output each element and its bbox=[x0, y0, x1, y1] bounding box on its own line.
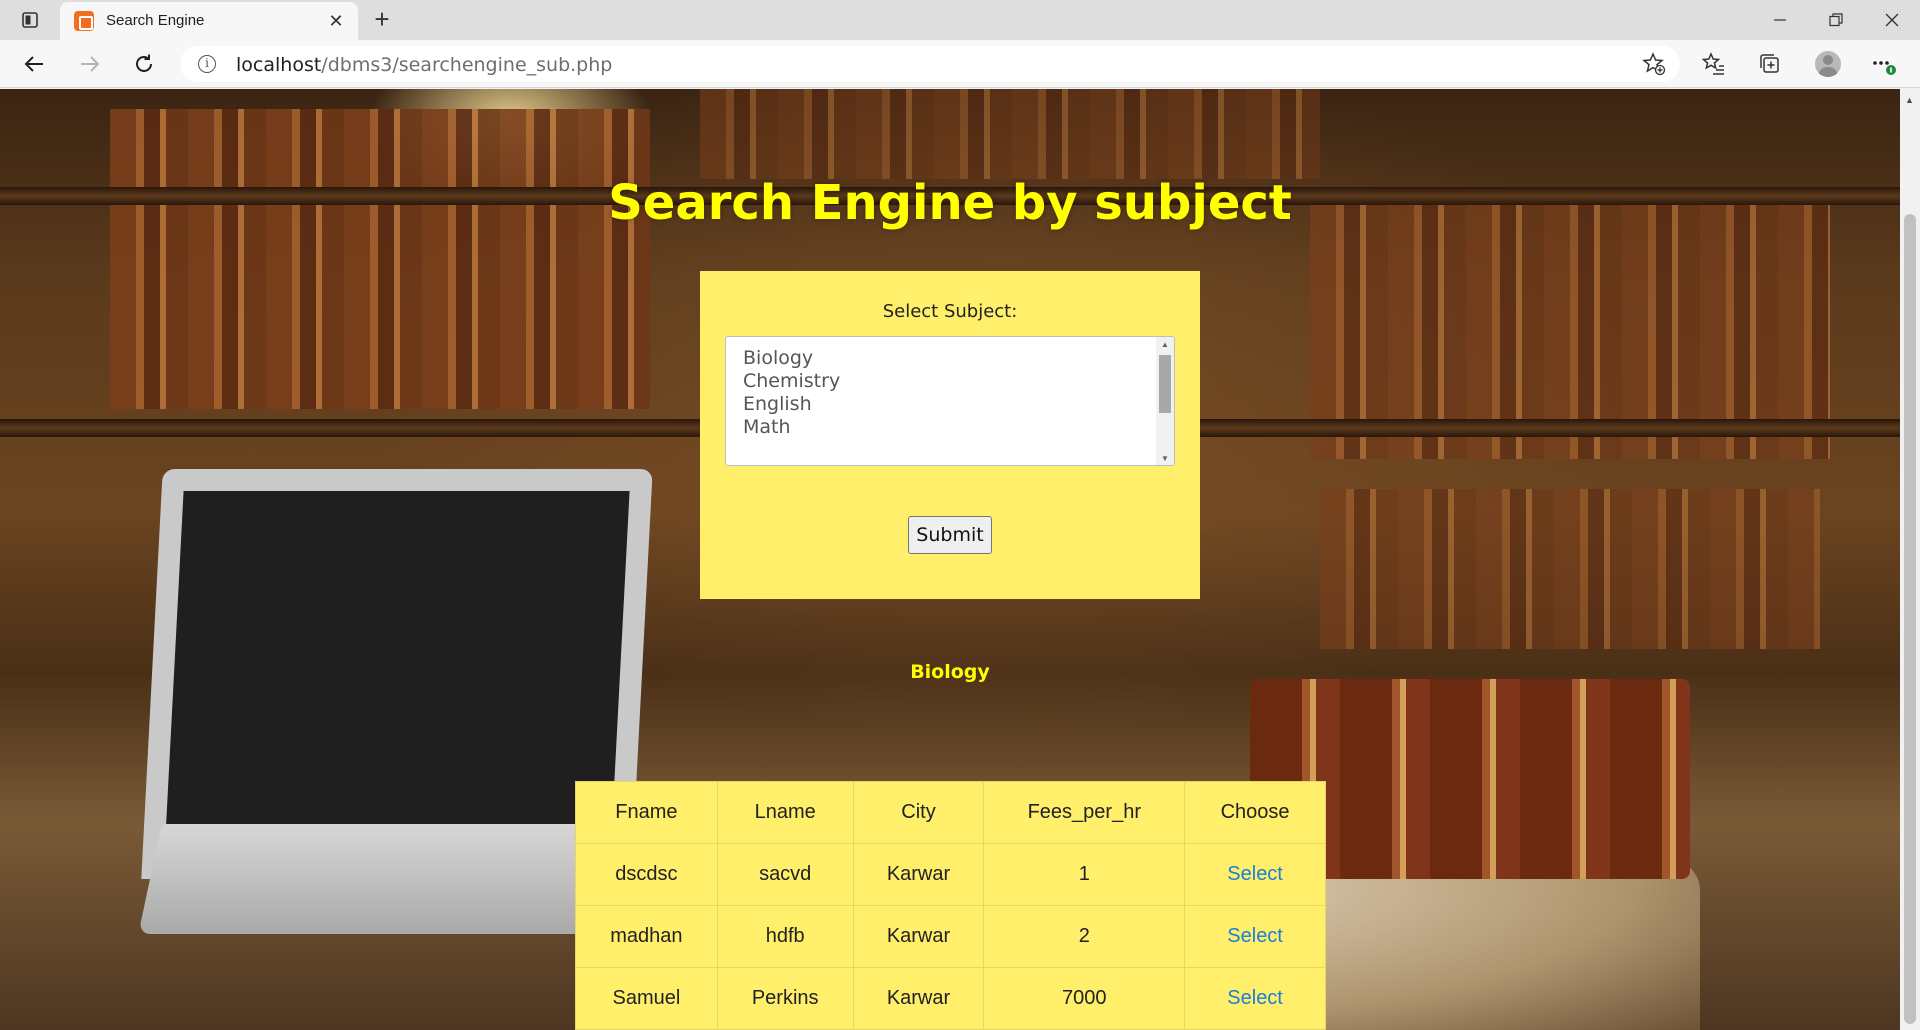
close-window-icon[interactable] bbox=[1864, 0, 1920, 40]
cell-lname: Perkins bbox=[716, 967, 854, 1030]
listbox-scrollbar[interactable]: ▲ ▼ bbox=[1156, 337, 1174, 465]
cell-lname: hdfb bbox=[716, 905, 854, 968]
back-arrow-icon[interactable] bbox=[16, 48, 52, 80]
column-header-fname: Fname bbox=[575, 781, 718, 844]
refresh-icon[interactable] bbox=[126, 48, 162, 80]
scroll-thumb[interactable] bbox=[1159, 355, 1171, 413]
address-bar[interactable]: i localhost/dbms3/searchengine_sub.php bbox=[180, 46, 1680, 82]
page-scroll-thumb[interactable] bbox=[1904, 214, 1916, 1024]
page-title: Search Engine by subject bbox=[608, 175, 1292, 231]
tab-title: Search Engine bbox=[106, 12, 205, 29]
table-row: Samuel Perkins Karwar 7000 Select bbox=[575, 967, 1326, 1030]
tab-actions-icon[interactable] bbox=[14, 8, 46, 32]
forward-arrow-icon[interactable] bbox=[72, 48, 108, 80]
result-subject-heading: Biology bbox=[910, 661, 990, 683]
cell-lname: sacvd bbox=[716, 843, 854, 906]
column-header-city: City bbox=[852, 781, 985, 844]
profile-avatar[interactable] bbox=[1814, 50, 1842, 78]
select-link[interactable]: Select bbox=[1227, 987, 1283, 1009]
cell-city: Karwar bbox=[852, 967, 985, 1030]
tab-bar: Search Engine ✕ + bbox=[0, 0, 1920, 40]
cell-fname: Samuel bbox=[575, 967, 718, 1030]
browser-toolbar: i localhost/dbms3/searchengine_sub.php bbox=[0, 40, 1920, 88]
subject-option[interactable]: Math bbox=[743, 416, 791, 438]
scroll-down-icon[interactable]: ▼ bbox=[1160, 454, 1170, 464]
cell-choose: Select bbox=[1184, 905, 1326, 968]
tutor-results-table: Fname Lname City Fees_per_hr Choose dscd… bbox=[575, 781, 1326, 1030]
background-bookshelf bbox=[1320, 489, 1820, 649]
column-header-choose: Choose bbox=[1184, 781, 1326, 844]
favorite-star-icon[interactable] bbox=[1642, 52, 1666, 76]
cell-city: Karwar bbox=[852, 843, 985, 906]
restore-icon[interactable] bbox=[1808, 0, 1864, 40]
table-row: dscdsc sacvd Karwar 1 Select bbox=[575, 843, 1326, 906]
background-bookshelf bbox=[700, 89, 1320, 179]
select-link[interactable]: Select bbox=[1227, 925, 1283, 947]
subject-option[interactable]: English bbox=[743, 393, 812, 415]
scroll-up-icon[interactable]: ▲ bbox=[1905, 95, 1914, 105]
cell-fname: dscdsc bbox=[575, 843, 718, 906]
url-text[interactable]: localhost/dbms3/searchengine_sub.php bbox=[236, 54, 612, 76]
page-scrollbar[interactable]: ▲ bbox=[1900, 89, 1920, 1030]
select-subject-label: Select Subject: bbox=[882, 301, 1018, 322]
minimize-icon[interactable] bbox=[1752, 0, 1808, 40]
avatar bbox=[1815, 51, 1841, 77]
column-header-fees: Fees_per_hr bbox=[983, 781, 1186, 844]
browser-tab[interactable]: Search Engine ✕ bbox=[60, 2, 358, 40]
select-link[interactable]: Select bbox=[1227, 863, 1283, 885]
table-header-row: Fname Lname City Fees_per_hr Choose bbox=[575, 781, 1326, 844]
subject-option[interactable]: Chemistry bbox=[743, 370, 840, 392]
table-row: madhan hdfb Karwar 2 Select bbox=[575, 905, 1326, 968]
subject-listbox[interactable]: Biology Chemistry English Math ▲ ▼ bbox=[725, 336, 1175, 466]
cell-city: Karwar bbox=[852, 905, 985, 968]
cell-fees: 1 bbox=[983, 843, 1186, 906]
cell-choose: Select bbox=[1184, 843, 1326, 906]
url-path: /dbms3/searchengine_sub.php bbox=[321, 54, 613, 76]
scroll-up-icon[interactable]: ▲ bbox=[1160, 340, 1170, 350]
submit-button[interactable]: Submit bbox=[908, 516, 992, 554]
xampp-favicon-icon bbox=[74, 11, 94, 31]
info-icon[interactable]: i bbox=[198, 55, 216, 73]
subject-option[interactable]: Biology bbox=[743, 347, 813, 369]
subject-form: Select Subject: Biology Chemistry Englis… bbox=[700, 271, 1200, 599]
cell-fname: madhan bbox=[575, 905, 718, 968]
plus-icon[interactable]: + bbox=[368, 6, 396, 34]
favorites-list-icon[interactable] bbox=[1700, 50, 1728, 78]
url-host: localhost bbox=[236, 54, 322, 76]
cell-fees: 7000 bbox=[983, 967, 1186, 1030]
background-bookshelf bbox=[110, 109, 650, 409]
collections-icon[interactable] bbox=[1756, 50, 1784, 78]
cell-choose: Select bbox=[1184, 967, 1326, 1030]
more-menu-icon[interactable] bbox=[1870, 50, 1898, 78]
page-viewport: Search Engine by subject Select Subject:… bbox=[0, 89, 1900, 1030]
column-header-lname: Lname bbox=[716, 781, 854, 844]
close-icon[interactable]: ✕ bbox=[324, 9, 348, 33]
cell-fees: 2 bbox=[983, 905, 1186, 968]
